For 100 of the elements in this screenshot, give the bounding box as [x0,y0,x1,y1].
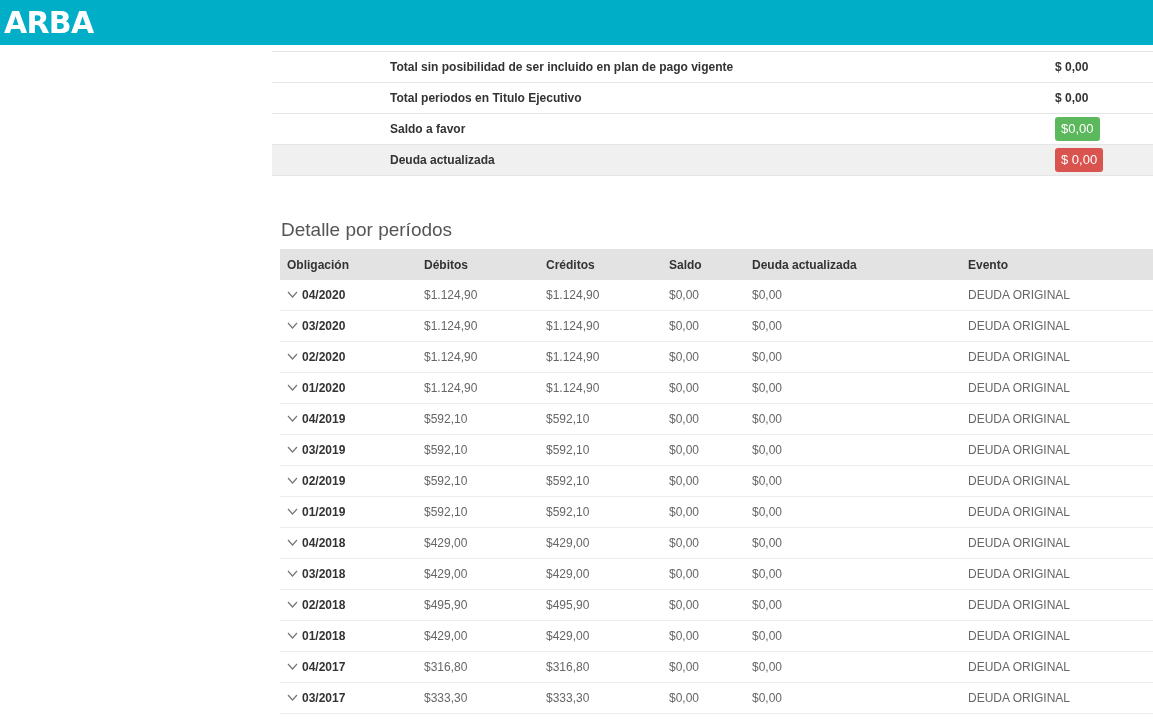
column-header[interactable]: Deuda actualizada [752,258,857,272]
table-cell-text: $592,10 [546,410,590,428]
table-cell-text: $1.124,90 [546,317,600,335]
table-cell-text: $0,00 [752,317,783,335]
table-cell-text: $0,00 [752,503,783,521]
table-cell-text: $0,00 [752,689,783,707]
chevron-icon[interactable] [287,508,298,515]
table-cell-text: 02/2019 [302,472,346,490]
column-header[interactable]: Evento [968,258,1008,272]
chevron-icon[interactable] [287,632,298,639]
table-cell-text: $1.124,90 [424,379,478,397]
table-cell-text: $0,00 [752,286,783,304]
table-cell-text: 02/2020 [302,348,346,366]
table-cell-text: $0,00 [669,534,700,552]
table-cell-text: 03/2019 [302,441,346,459]
chevron-icon[interactable] [287,446,298,453]
table-cell-text: DEUDA ORIGINAL [968,627,1071,645]
table-cell-text: $0,00 [669,658,700,676]
table-cell-text: $0,00 [669,565,700,583]
table-cell-text: 03/2017 [302,689,346,707]
table-cell-text: DEUDA ORIGINAL [968,565,1071,583]
summary-label: Total sin posibilidad de ser incluido en plan de pago vigente [390,59,735,76]
table-cell-text: $592,10 [546,503,590,521]
table-cell-text: 04/2020 [302,286,346,304]
chevron-icon[interactable] [287,322,298,329]
table-cell-text: DEUDA ORIGINAL [968,503,1071,521]
table-cell-text: $316,80 [424,658,468,676]
table-cell-text: DEUDA ORIGINAL [968,317,1071,335]
table-cell-text: 03/2020 [302,317,346,335]
table-cell-text: $495,90 [546,596,590,614]
table-cell-text: $0,00 [752,379,783,397]
table-cell-text: $0,00 [669,410,700,428]
table-cell-text: DEUDA ORIGINAL [968,286,1071,304]
table-cell-text: DEUDA ORIGINAL [968,472,1071,490]
table-cell-text: $0,00 [669,627,700,645]
table-cell-text: $0,00 [669,503,700,521]
table-cell-text: 01/2018 [302,627,346,645]
chevron-icon[interactable] [287,601,298,608]
table-cell-text: DEUDA ORIGINAL [968,658,1071,676]
column-header[interactable]: Débitos [424,258,468,272]
table-cell-text: 01/2020 [302,379,346,397]
chevron-icon[interactable] [287,663,298,670]
chevron-icon[interactable] [287,291,298,298]
column-header[interactable]: Saldo [669,258,702,272]
column-header[interactable]: Obligación [287,258,349,272]
table-cell-text: $333,30 [546,689,590,707]
table-cell-text: $1.124,90 [546,379,600,397]
summary-label: Saldo a favor [390,121,467,138]
table-cell-text: $592,10 [546,472,590,490]
table-cell-text: $0,00 [752,658,783,676]
section-title: Detalle por períodos [281,218,454,242]
amount-badge: $0,00 [1055,117,1100,141]
table-cell-text: $495,90 [424,596,468,614]
summary-label: Total periodos en Titulo Ejecutivo [390,90,583,107]
table-cell-text: $1.124,90 [424,348,478,366]
table-cell-text: $592,10 [424,441,468,459]
table-cell-text: $592,10 [546,441,590,459]
table-cell-text: 04/2017 [302,658,346,676]
table-cell-text: $0,00 [669,689,700,707]
summary-value: $ 0,00 [1055,59,1089,76]
summary-label: Deuda actualizada [390,152,496,169]
table-cell-text: $0,00 [752,596,783,614]
table-cell-text: $592,10 [424,503,468,521]
chevron-icon[interactable] [287,539,298,546]
table-cell-text: $0,00 [669,379,700,397]
table-cell-text: $592,10 [424,472,468,490]
table-cell-text: $1.124,90 [424,317,478,335]
table-cell-text: $0,00 [752,348,783,366]
chevron-icon[interactable] [287,570,298,577]
table-cell-text: $0,00 [669,441,700,459]
table-cell-text: DEUDA ORIGINAL [968,534,1071,552]
table-cell-text: 01/2019 [302,503,346,521]
chevron-icon[interactable] [287,477,298,484]
chevron-icon[interactable] [287,384,298,391]
table-cell-text: $0,00 [752,627,783,645]
table-cell-text: $333,30 [424,689,468,707]
table-cell-text: $316,80 [546,658,590,676]
table-cell-text: $429,00 [424,565,468,583]
table-cell-text: $0,00 [669,596,700,614]
table-cell-text: $429,00 [424,627,468,645]
summary-value: $ 0,00 [1055,90,1089,107]
amount-badge: $ 0,00 [1055,148,1104,172]
table-cell-text: DEUDA ORIGINAL [968,441,1071,459]
table-cell-text: 02/2018 [302,596,346,614]
table-cell-text: $1.124,90 [546,348,600,366]
chevron-icon[interactable] [287,353,298,360]
column-header[interactable]: Créditos [546,258,595,272]
chevron-icon[interactable] [287,415,298,422]
chevron-icon[interactable] [287,694,298,701]
table-cell-text: 04/2019 [302,410,346,428]
table-cell-text: DEUDA ORIGINAL [968,379,1071,397]
table-cell-text: $1.124,90 [546,286,600,304]
table-cell-text: $429,00 [424,534,468,552]
table-cell-text: DEUDA ORIGINAL [968,596,1071,614]
table-cell-text: $0,00 [669,348,700,366]
table-cell-text: $0,00 [669,286,700,304]
table-cell-text: $0,00 [752,410,783,428]
table-cell-text: $0,00 [752,534,783,552]
table-cell-text: $1.124,90 [424,286,478,304]
table-cell-text: $429,00 [546,534,590,552]
